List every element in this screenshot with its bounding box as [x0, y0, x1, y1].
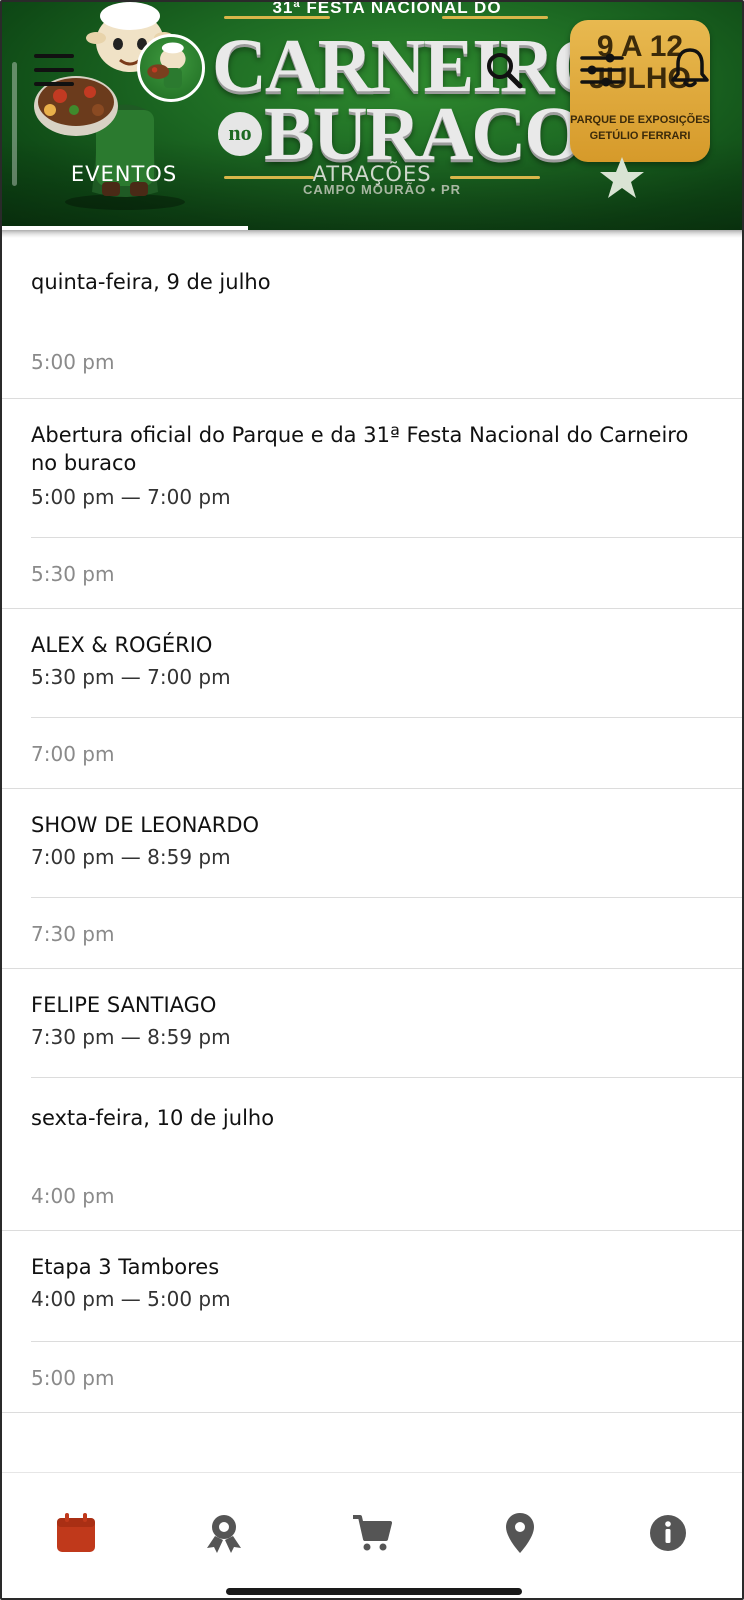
day-label: sexta-feira, 10 de julho [31, 1106, 275, 1130]
info-icon [650, 1515, 686, 1551]
event-time-range: 5:30 pm — 7:00 pm [31, 665, 231, 689]
time-slot-label: 7:30 pm [31, 922, 115, 946]
time-slot-header: 7:00 pm [2, 718, 742, 788]
event-item[interactable]: FELIPE SANTIAGO 7:30 pm — 8:59 pm [2, 969, 742, 1077]
event-item[interactable]: Abertura oficial do Parque e da 31ª Fest… [2, 399, 742, 537]
nav-attractions[interactable] [196, 1505, 252, 1561]
event-title: Abertura oficial do Parque e da 31ª Fest… [31, 423, 689, 475]
time-slot-label: 5:00 pm [31, 350, 115, 374]
time-slot-label: 5:00 pm [31, 1366, 115, 1390]
event-time-range: 4:00 pm — 5:00 pm [31, 1287, 231, 1311]
time-slot-header: 5:30 pm [2, 538, 742, 608]
event-time-range: 7:30 pm — 8:59 pm [31, 1025, 231, 1049]
event-item[interactable]: Etapa 3 Tambores 4:00 pm — 5:00 pm [2, 1231, 742, 1341]
award-icon [207, 1515, 241, 1553]
day-label: quinta-feira, 9 de julho [31, 270, 271, 294]
header-shadow [2, 230, 742, 238]
time-slot-header: 5:00 pm [2, 1342, 742, 1412]
nav-map[interactable] [492, 1505, 548, 1561]
time-slot-header: 7:30 pm [2, 898, 742, 968]
nav-shop[interactable] [344, 1505, 400, 1561]
tab-atracoes[interactable]: ATRAÇÕES [272, 162, 472, 202]
filter-icon[interactable] [580, 52, 624, 88]
app-screen: 31ª FESTA NACIONAL DO CARNEIRO no BURACO… [0, 0, 744, 1600]
star-icon [600, 157, 644, 198]
banner-title-no: no [218, 112, 262, 156]
event-title: Etapa 3 Tambores [31, 1255, 220, 1279]
bell-icon[interactable] [670, 46, 710, 88]
nav-calendar[interactable] [48, 1505, 104, 1561]
event-item[interactable]: ALEX & ROGÉRIO 5:30 pm — 7:00 pm [2, 609, 742, 717]
date-badge: 9 A 12 JULHO PARQUE DE EXPOSIÇÕES GETÚLI… [570, 20, 710, 162]
event-title: SHOW DE LEONARDO [31, 813, 260, 837]
banner-decoration-line [442, 16, 548, 19]
mascot-avatar [137, 34, 205, 102]
calendar-icon [57, 1513, 95, 1552]
map-pin-icon [506, 1513, 534, 1553]
time-slot-label: 4:00 pm [31, 1184, 115, 1208]
time-slot-label: 5:30 pm [31, 562, 115, 586]
event-list[interactable]: quinta-feira, 9 de julho 5:00 pm Abertur… [2, 230, 742, 1470]
event-item[interactable]: SHOW DE LEONARDO 7:00 pm — 8:59 pm [2, 789, 742, 897]
venue-name: PARQUE DE EXPOSIÇÕES GETÚLIO FERRARI [570, 114, 710, 142]
time-slot-label: 7:00 pm [31, 742, 115, 766]
menu-icon[interactable] [34, 54, 74, 86]
event-time-range: 7:00 pm — 8:59 pm [31, 845, 231, 869]
day-section-header: sexta-feira, 10 de julho 4:00 pm [2, 1078, 742, 1230]
bottom-navigation [2, 1472, 742, 1598]
event-time-range: 5:00 pm — 7:00 pm [31, 485, 231, 509]
tab-eventos[interactable]: EVENTOS [24, 162, 224, 202]
scroll-indicator [12, 62, 17, 186]
day-section-header: quinta-feira, 9 de julho 5:00 pm [2, 230, 742, 398]
divider [2, 1412, 742, 1413]
banner-decoration-line [224, 16, 330, 19]
cart-icon [353, 1515, 392, 1551]
event-banner: 31ª FESTA NACIONAL DO CARNEIRO no BURACO… [2, 2, 742, 230]
event-title: ALEX & ROGÉRIO [31, 633, 213, 657]
home-indicator[interactable] [226, 1588, 522, 1595]
search-icon[interactable] [484, 50, 524, 90]
nav-info[interactable] [640, 1505, 696, 1561]
event-title: FELIPE SANTIAGO [31, 993, 217, 1017]
